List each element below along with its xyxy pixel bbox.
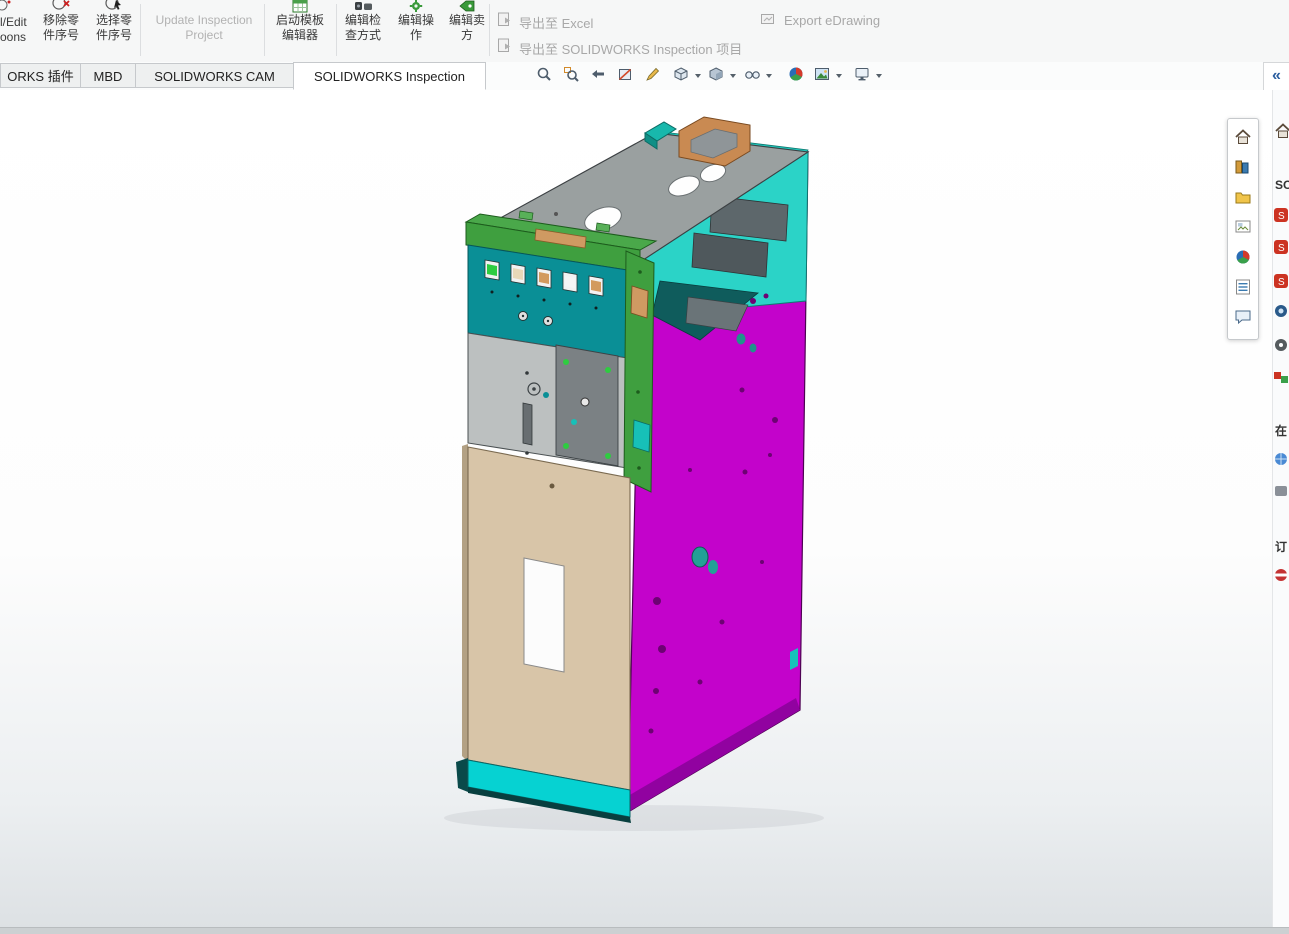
custom-properties-icon[interactable] xyxy=(1233,277,1253,297)
appearances-scenes-icon[interactable] xyxy=(1233,247,1253,267)
tab-solidworks-inspection[interactable]: SOLIDWORKS Inspection xyxy=(293,62,486,90)
edit-vendor-button[interactable]: 编辑卖 方 xyxy=(444,0,490,43)
export-edrawing-button[interactable]: Export eDrawing xyxy=(784,13,880,28)
task-pane-collapse-button[interactable]: « xyxy=(1263,62,1289,91)
export-inspection-icon xyxy=(497,38,513,53)
button-label: l/Edit xyxy=(0,15,34,30)
button-label: 查方式 xyxy=(340,28,386,43)
zoom-to-fit-icon[interactable] xyxy=(536,66,556,86)
tab-solidworks-cam[interactable]: SOLIDWORKS CAM xyxy=(135,63,294,88)
add-edit-balloons-button[interactable]: l/Edit oons xyxy=(0,0,34,45)
select-balloon-button[interactable]: 选择零 件序号 xyxy=(86,0,142,43)
svg-text:S: S xyxy=(1278,243,1285,254)
inspection-method-icon xyxy=(340,0,386,13)
button-label: 编辑操 xyxy=(394,13,438,28)
solidworks-badge-icon[interactable]: S xyxy=(1274,208,1289,226)
balloon-icon xyxy=(0,0,12,11)
button-label: 编辑卖 xyxy=(444,13,490,28)
edit-operation-button[interactable]: 编辑操 作 xyxy=(394,0,438,43)
task-pane-icon-bar xyxy=(1227,118,1259,340)
button-label: 作 xyxy=(394,28,438,43)
apply-scene-icon[interactable] xyxy=(814,66,834,86)
cabinet-model xyxy=(444,117,824,831)
solidworks-badge-icon[interactable]: S xyxy=(1274,240,1289,258)
button-label: Project xyxy=(146,28,262,43)
view-orientation-icon[interactable] xyxy=(673,66,693,86)
solidworks-badge-icon[interactable]: S xyxy=(1274,274,1289,292)
solidworks-window: l/Edit oons 移除零 件序号 选择零 件序号 Update Inspe… xyxy=(0,0,1289,934)
remove-balloon-icon xyxy=(32,0,90,13)
button-label: 移除零 xyxy=(32,13,90,28)
button-label: 件序号 xyxy=(86,28,142,43)
dropdown-arrow-icon[interactable] xyxy=(695,74,701,78)
view-palette-icon[interactable] xyxy=(1233,217,1253,237)
solidworks-forum-icon[interactable] xyxy=(1233,307,1253,327)
select-balloon-icon xyxy=(86,0,142,13)
graphics-area[interactable] xyxy=(0,90,1289,928)
button-label: oons xyxy=(0,30,34,45)
previous-view-icon[interactable] xyxy=(590,66,610,86)
button-label: 启动模板 xyxy=(268,13,332,28)
display-style-icon[interactable] xyxy=(708,66,728,86)
export-inspection-project-button[interactable]: 导出至 SOLIDWORKS Inspection 项目 xyxy=(519,39,742,58)
model-frame-column xyxy=(624,251,654,492)
subscription-heading-fragment: 订 xyxy=(1275,538,1287,555)
solidworks-resources-icon[interactable] xyxy=(1233,127,1253,147)
template-editor-icon xyxy=(268,0,332,13)
resources-heading-fragment: SO xyxy=(1275,178,1289,192)
ribbon-separator xyxy=(336,4,337,56)
export-edrawing-icon xyxy=(760,12,776,27)
ribbon-separator xyxy=(489,4,490,56)
file-explorer-icon[interactable] xyxy=(1233,187,1253,207)
task-pane-edge-strip: SO S S S 在 订 xyxy=(1272,90,1289,928)
svg-text:S: S xyxy=(1278,277,1285,288)
hide-show-items-icon[interactable] xyxy=(744,66,764,86)
button-label: 件序号 xyxy=(32,28,90,43)
gear-icon xyxy=(394,0,438,13)
online-heading-fragment: 在 xyxy=(1275,422,1287,439)
measure-icon[interactable] xyxy=(644,66,664,86)
export-excel-button[interactable]: 导出至 Excel xyxy=(519,13,593,32)
vendor-tag-icon xyxy=(444,0,490,13)
remove-balloon-button[interactable]: 移除零 件序号 xyxy=(32,0,90,43)
globe-icon[interactable] xyxy=(1274,452,1289,470)
design-library-icon[interactable] xyxy=(1233,157,1253,177)
section-view-icon[interactable] xyxy=(617,66,637,86)
view-settings-icon[interactable] xyxy=(854,66,874,86)
addins-icon[interactable] xyxy=(1274,370,1289,388)
dropdown-arrow-icon[interactable] xyxy=(766,74,772,78)
button-label: Update Inspection xyxy=(146,13,262,28)
status-bar xyxy=(0,927,1289,934)
button-label: 编辑器 xyxy=(268,28,332,43)
dropdown-arrow-icon[interactable] xyxy=(876,74,882,78)
dropdown-arrow-icon[interactable] xyxy=(836,74,842,78)
tools-icon[interactable] xyxy=(1274,338,1289,356)
update-inspection-project-button[interactable]: Update Inspection Project xyxy=(146,0,262,43)
partner-icon[interactable] xyxy=(1274,484,1289,502)
home-icon[interactable] xyxy=(1274,122,1289,140)
tab-mbd[interactable]: MBD xyxy=(80,63,136,88)
ribbon: l/Edit oons 移除零 件序号 选择零 件序号 Update Inspe… xyxy=(0,0,1289,63)
zoom-to-area-icon[interactable] xyxy=(563,66,583,86)
camera-icon[interactable] xyxy=(1274,304,1289,322)
ribbon-separator xyxy=(264,4,265,56)
button-label: 方 xyxy=(444,28,490,43)
export-excel-icon xyxy=(497,12,513,27)
dropdown-arrow-icon[interactable] xyxy=(730,74,736,78)
edit-appearance-icon[interactable] xyxy=(788,66,808,86)
graphics-viewport[interactable] xyxy=(0,90,1289,928)
edit-inspection-method-button[interactable]: 编辑检 查方式 xyxy=(340,0,386,43)
launch-template-editor-button[interactable]: 启动模板 编辑器 xyxy=(268,0,332,43)
model-front-door xyxy=(462,444,630,790)
tab-solidworks-addins[interactable]: ORKS 插件 xyxy=(0,63,81,88)
button-label: 选择零 xyxy=(86,13,142,28)
svg-text:S: S xyxy=(1278,211,1285,222)
button-label: 编辑检 xyxy=(340,13,386,28)
subscription-icon[interactable] xyxy=(1274,568,1289,586)
ribbon-separator xyxy=(140,4,141,56)
